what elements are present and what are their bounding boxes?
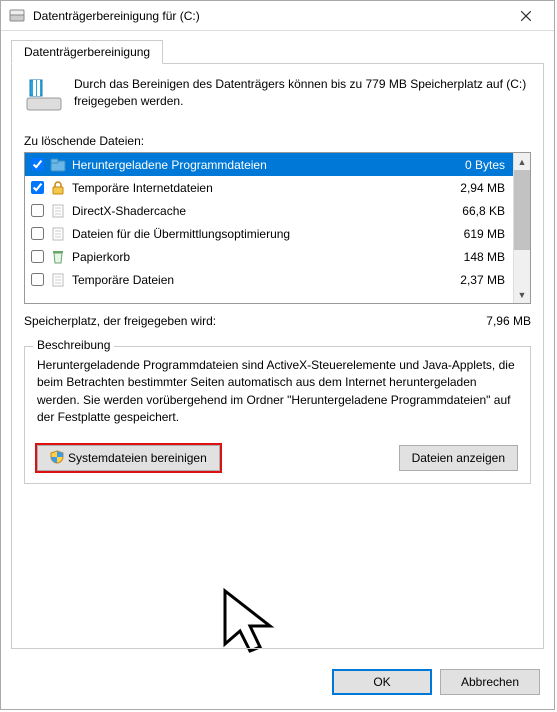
file-size: 619 MB (439, 227, 509, 241)
file-checkbox[interactable] (31, 181, 44, 194)
scroll-up-icon[interactable]: ▲ (514, 153, 530, 170)
file-size: 2,37 MB (439, 273, 509, 287)
folder-icon (50, 157, 66, 173)
cancel-button[interactable]: Abbrechen (440, 669, 540, 695)
cleanup-system-files-button[interactable]: Systemdateien bereinigen (37, 445, 220, 471)
space-freed-value: 7,96 MB (451, 314, 531, 328)
file-checkbox[interactable] (31, 204, 44, 217)
file-checkbox[interactable] (31, 250, 44, 263)
description-group: Beschreibung Heruntergeladende Programmd… (24, 346, 531, 484)
disk-cleanup-window: Datenträgerbereinigung für (C:) Datenträ… (0, 0, 555, 710)
files-to-delete-label: Zu löschende Dateien: (24, 134, 531, 148)
view-files-button[interactable]: Dateien anzeigen (399, 445, 518, 471)
scrollbar[interactable]: ▲ ▼ (513, 153, 530, 303)
file-name: Papierkorb (72, 250, 439, 264)
file-name: Temporäre Dateien (72, 273, 439, 287)
file-size: 148 MB (439, 250, 509, 264)
file-size: 0 Bytes (439, 158, 509, 172)
file-list-row[interactable]: Dateien für die Übermittlungsoptimierung… (25, 222, 513, 245)
file-name: Dateien für die Übermittlungsoptimierung (72, 227, 439, 241)
file-size: 2,94 MB (439, 181, 509, 195)
scroll-down-icon[interactable]: ▼ (514, 286, 530, 303)
scroll-track[interactable] (514, 250, 530, 286)
ok-button[interactable]: OK (332, 669, 432, 695)
scroll-thumb[interactable] (514, 170, 530, 250)
shield-icon (50, 450, 64, 464)
drive-icon (9, 8, 25, 24)
file-checkbox[interactable] (31, 227, 44, 240)
page-icon (50, 272, 66, 288)
space-freed-label: Speicherplatz, der freigegeben wird: (24, 314, 451, 328)
file-name: DirectX-Shadercache (72, 204, 439, 218)
file-list-row[interactable]: DirectX-Shadercache66,8 KB (25, 199, 513, 222)
file-checkbox[interactable] (31, 158, 44, 171)
drive-cleanup-icon (24, 76, 64, 116)
file-checkbox[interactable] (31, 273, 44, 286)
title-bar[interactable]: Datenträgerbereinigung für (C:) (1, 1, 554, 31)
window-title: Datenträgerbereinigung für (C:) (33, 9, 506, 23)
space-row: Speicherplatz, der freigegeben wird: 7,9… (24, 314, 531, 328)
tab-strip: Datenträgerbereinigung (1, 31, 554, 63)
description-text: Heruntergeladende Programmdateien sind A… (37, 357, 518, 427)
ok-label: OK (373, 675, 390, 689)
page-icon (50, 203, 66, 219)
cleanup-system-files-label: Systemdateien bereinigen (68, 451, 207, 465)
file-list-row[interactable]: Temporäre Dateien2,37 MB (25, 268, 513, 291)
file-list-row[interactable]: Papierkorb148 MB (25, 245, 513, 268)
file-list-row[interactable]: Temporäre Internetdateien2,94 MB (25, 176, 513, 199)
close-icon (521, 11, 531, 21)
description-heading: Beschreibung (33, 338, 114, 352)
page-icon (50, 226, 66, 242)
file-name: Temporäre Internetdateien (72, 181, 439, 195)
lock-icon (50, 180, 66, 196)
file-name: Heruntergeladene Programmdateien (72, 158, 439, 172)
dialog-button-row: OK Abbrechen (1, 659, 554, 709)
file-list[interactable]: Heruntergeladene Programmdateien0 BytesT… (24, 152, 531, 304)
recycle-icon (50, 249, 66, 265)
view-files-label: Dateien anzeigen (412, 451, 505, 465)
tab-disk-cleanup[interactable]: Datenträgerbereinigung (11, 40, 163, 64)
cancel-label: Abbrechen (461, 675, 519, 689)
info-text: Durch das Bereinigen des Datenträgers kö… (74, 76, 531, 111)
info-row: Durch das Bereinigen des Datenträgers kö… (24, 76, 531, 116)
file-list-row[interactable]: Heruntergeladene Programmdateien0 Bytes (25, 153, 513, 176)
close-button[interactable] (506, 2, 546, 30)
file-size: 66,8 KB (439, 204, 509, 218)
tab-panel: Durch das Bereinigen des Datenträgers kö… (11, 63, 544, 649)
